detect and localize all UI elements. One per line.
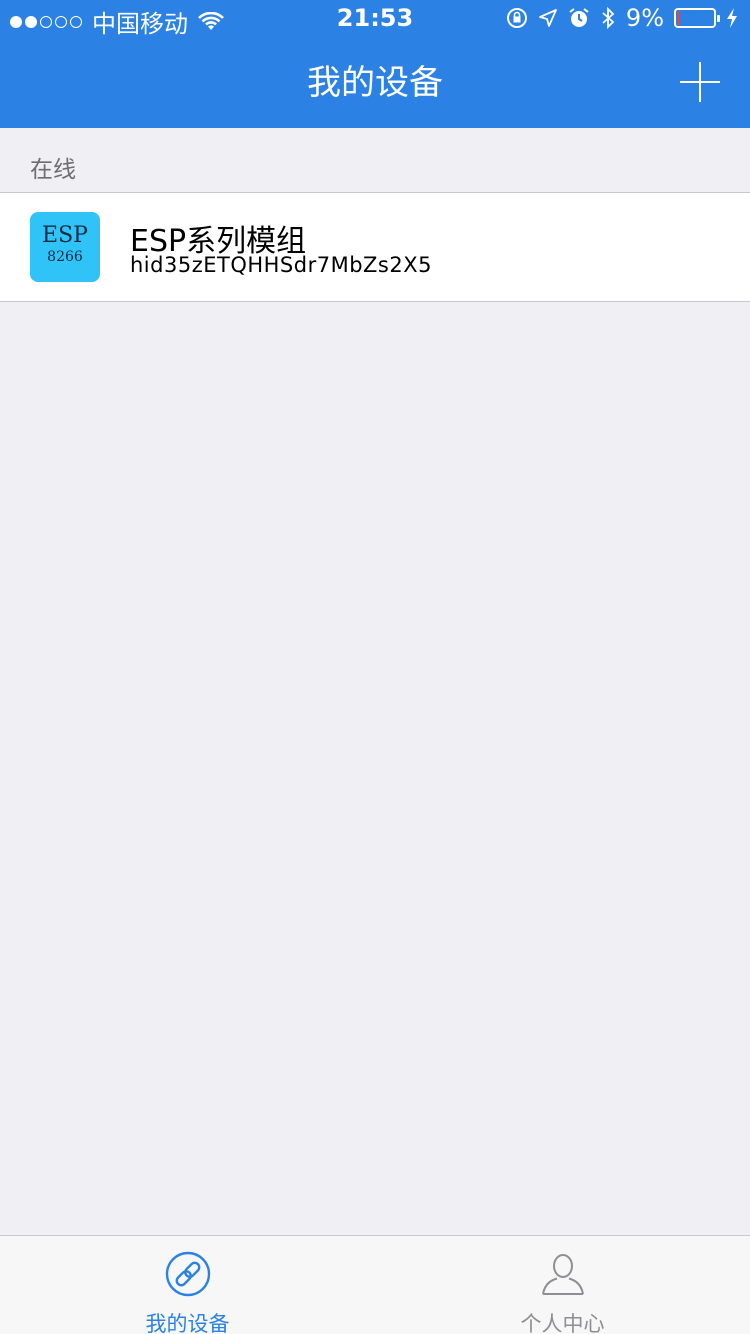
person-icon (541, 1254, 584, 1295)
alarm-icon (569, 8, 589, 27)
add-device-button[interactable] (680, 62, 720, 102)
link-icon (165, 1251, 210, 1297)
location-icon (539, 9, 557, 27)
tab-label: 个人中心 (520, 1312, 605, 1334)
battery-percent: 9% (625, 4, 664, 32)
status-right: 9% (506, 4, 738, 32)
device-list-item[interactable]: ESP 8266 ESP系列模组 hid35zETQHHSdr7MbZs2X5 (0, 192, 750, 302)
section-header-online: 在线 (0, 128, 750, 192)
tab-label: 我的设备 (145, 1312, 230, 1334)
tab-bar: 我的设备 个人中心 (0, 1235, 750, 1334)
header: 中国移动 21:53 9% 我的设备 (0, 0, 750, 128)
rotation-lock-icon (506, 8, 527, 28)
battery-icon (674, 8, 720, 28)
device-icon-label: ESP (42, 223, 88, 248)
app-screen: 中国移动 21:53 9% 我的设备 在线 ESP 8266 ESP系列模组 h… (0, 0, 750, 1334)
battery-level-fill (677, 11, 680, 25)
tab-my-devices[interactable]: 我的设备 (0, 1236, 375, 1334)
section-title: 在线 (30, 157, 76, 183)
status-bar: 中国移动 21:53 9% (0, 0, 750, 40)
bluetooth-icon (602, 6, 615, 30)
device-id: hid35zETQHHSdr7MbZs2X5 (130, 253, 432, 277)
tab-profile[interactable]: 个人中心 (375, 1236, 750, 1334)
page-title: 我的设备 (307, 63, 443, 103)
device-chip-icon: ESP 8266 (30, 212, 100, 282)
charging-icon (727, 8, 737, 28)
device-icon-sublabel: 8266 (47, 249, 83, 265)
